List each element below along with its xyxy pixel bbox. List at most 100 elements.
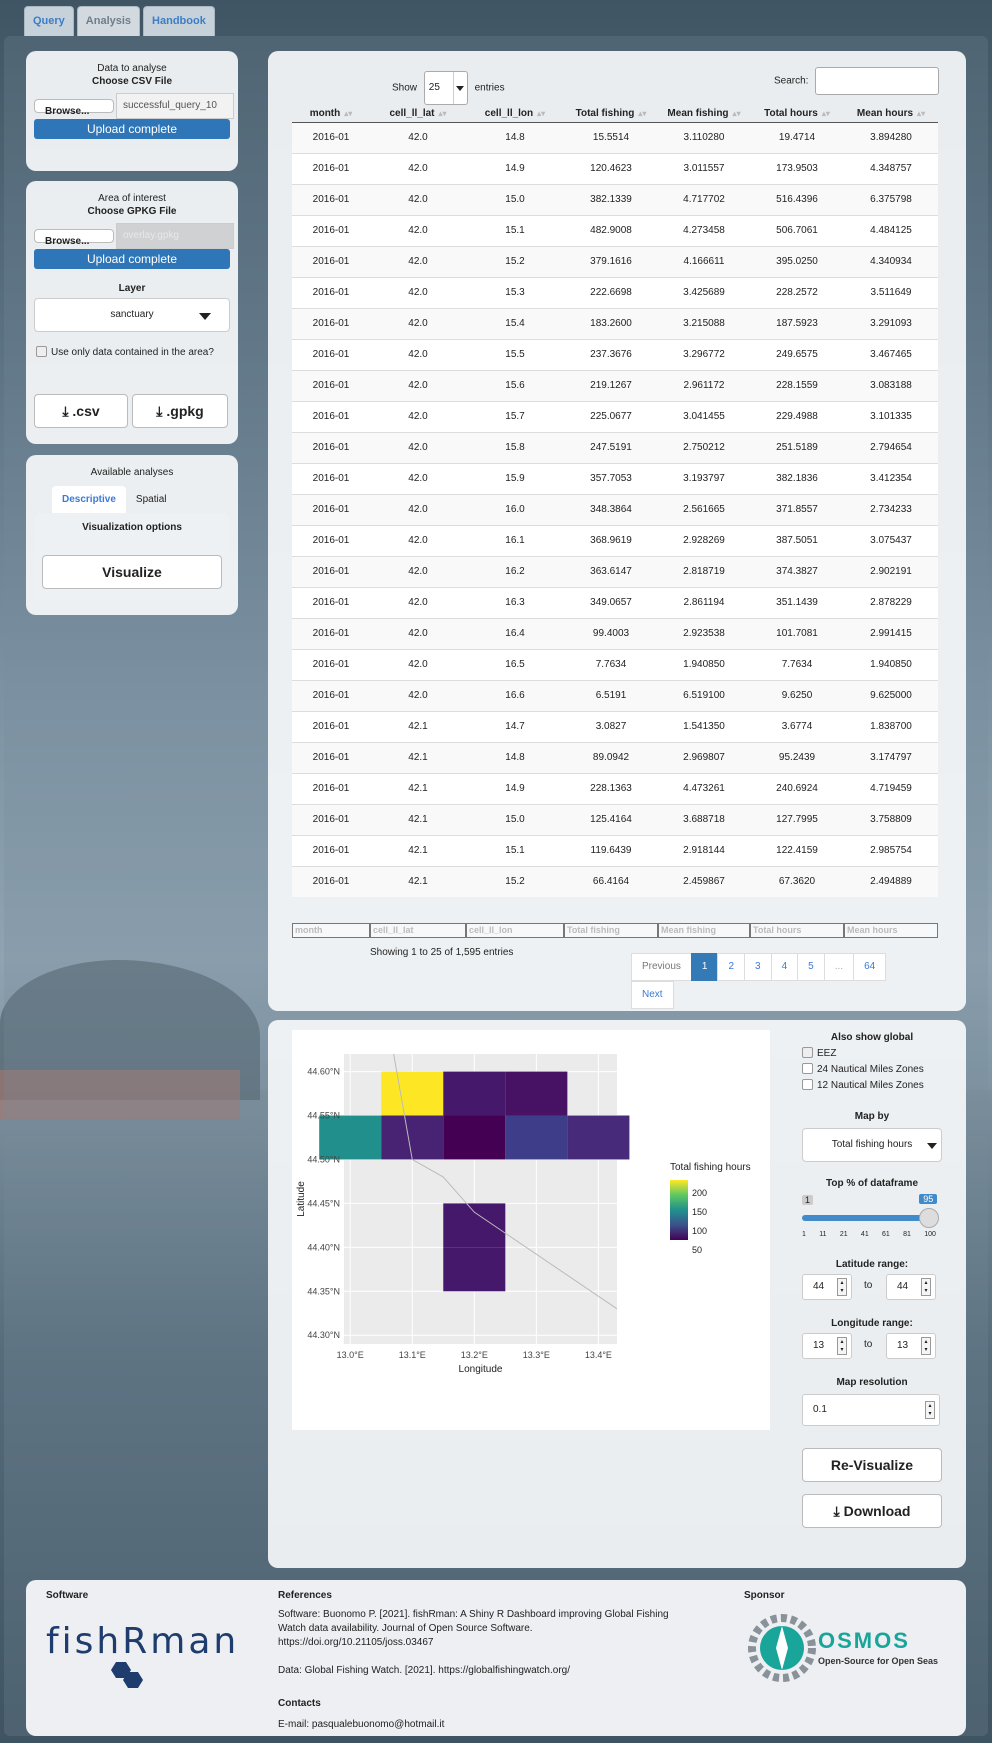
table-cell: 14.9 [466,152,564,184]
table-row[interactable]: 2016-01 42.0 14.9 120.4623 3.011557 173.9503 4… [292,152,938,184]
layer-select[interactable]: sanctuary [34,298,230,332]
lon-to-value: 13 [897,1340,909,1351]
table-row[interactable]: 2016-01 42.0 15.5 237.3676 3.296772 249.6575 3… [292,338,938,370]
csv-browse-button[interactable]: Browse... [34,99,114,117]
table-row[interactable]: 2016-01 42.0 14.8 15.5514 3.110280 19.4714 3.8… [292,121,938,153]
table-cell: 42.1 [370,741,466,773]
table-row[interactable]: 2016-01 42.0 15.9 357.7053 3.193797 382.1836 3… [292,462,938,494]
table-row[interactable]: 2016-01 42.0 15.2 379.1616 4.166611 395.0250 4… [292,245,938,277]
table-row[interactable]: 2016-01 42.0 16.6 6.5191 6.519100 9.6250 9.625… [292,679,938,711]
entries-select[interactable]: 25 [423,71,468,105]
table-row[interactable]: 2016-01 42.0 15.8 247.5191 2.750212 251.5189 2… [292,431,938,463]
lat-from-input[interactable]: 44 ▴ ▾ [802,1274,852,1300]
nm24-row: 24 Nautical Miles Zones [802,1063,942,1075]
lon-from-input[interactable]: 13 ▴ ▾ [802,1333,852,1359]
table-cell: 42.0 [370,617,466,649]
table-cell: 2.928269 [658,524,750,556]
download-csv-button[interactable]: ⤓ .csv [34,394,128,428]
tab-spatial[interactable]: Spatial [126,486,177,513]
slider-handle[interactable] [919,1208,940,1228]
page-2[interactable]: 2 [717,953,746,981]
page-1[interactable]: 1 [690,953,719,981]
table-cell: 2.794654 [844,431,938,463]
filter-total-hours[interactable]: Total hours [750,923,844,938]
next-button[interactable]: Next [631,981,674,1009]
page-64[interactable]: 64 [853,953,887,981]
col-header-lon[interactable]: cell_ll_lon ▴▾ [466,105,564,123]
top-percent-slider[interactable]: 1 95 1 11 21 41 61 81 100 [802,1189,942,1241]
table-cell: 42.0 [370,586,466,618]
spinner-icon[interactable]: ▴ ▾ [925,1401,935,1419]
table-row[interactable]: 2016-01 42.0 15.4 183.2600 3.215088 187.5923 3… [292,307,938,339]
nm12-checkbox[interactable] [802,1079,813,1090]
filter-lon[interactable]: cell_ll_lon [466,923,564,938]
tab-query[interactable]: Query [24,6,74,36]
col-header-total-hours[interactable]: Total hours ▴▾ [750,105,844,123]
table-row[interactable]: 2016-01 42.1 15.1 119.6439 2.918144 122.4159 2… [292,834,938,866]
table-row[interactable]: 2016-01 42.0 15.7 225.0677 3.041455 229.4988 3… [292,400,938,432]
table-row[interactable]: 2016-01 42.0 15.3 222.6698 3.425689 228.2572 3… [292,276,938,308]
table-row[interactable]: 2016-01 42.0 15.6 219.1267 2.961172 228.1559 3… [292,369,938,401]
table-row[interactable]: 2016-01 42.1 14.7 3.0827 1.541350 3.6774 1.838… [292,710,938,742]
table-cell: 16.1 [466,524,564,556]
layer-select-value: sanctuary [110,309,154,320]
filter-mean-hours[interactable]: Mean hours [844,923,938,938]
table-row[interactable]: 2016-01 42.0 16.3 349.0657 2.861194 351.1439 2… [292,586,938,618]
only-area-checkbox[interactable] [36,346,47,357]
map-download-button[interactable]: ⤓ Download [802,1494,942,1528]
filter-mean-fishing[interactable]: Mean fishing [658,923,750,938]
revisualize-button[interactable]: Re-Visualize [802,1448,942,1482]
table-row[interactable]: 2016-01 42.0 15.0 382.1339 4.717702 516.4396 6… [292,183,938,215]
gpkg-browse-button[interactable]: Browse... [34,229,114,247]
col-header-mean-hours[interactable]: Mean hours ▴▾ [844,105,938,123]
tab-handbook[interactable]: Handbook [143,6,215,36]
search-input[interactable] [815,67,940,95]
eez-checkbox[interactable] [802,1047,813,1058]
table-cell: 42.0 [370,431,466,463]
table-cell: 3.041455 [658,400,750,432]
tab-descriptive[interactable]: Descriptive [52,486,126,513]
filter-month[interactable]: month [292,923,370,938]
col-header-month[interactable]: month ▴▾ [292,105,370,123]
table-row[interactable]: 2016-01 42.0 16.5 7.7634 1.940850 7.7634 1.940… [292,648,938,680]
table-row[interactable]: 2016-01 42.1 15.0 125.4164 3.688718 127.7995 3… [292,803,938,835]
tab-analysis[interactable]: Analysis [76,6,141,36]
table-cell: 371.8557 [750,493,844,525]
table-cell: 3.291093 [844,307,938,339]
page-5[interactable]: 5 [797,953,825,981]
previous-button[interactable]: Previous [631,953,692,981]
filter-total-fishing[interactable]: Total fishing [564,923,658,938]
visualize-button[interactable]: Visualize [42,555,222,589]
page-4[interactable]: 4 [770,953,799,981]
contact-email[interactable]: E-mail: pasqualebuonomo@hotmail.it [278,1718,444,1732]
lon-to-input[interactable]: 13 ▴ ▾ [886,1333,936,1359]
spinner-icon[interactable]: ▴ ▾ [921,1278,931,1296]
page-3[interactable]: 3 [744,953,772,981]
filter-lat[interactable]: cell_ll_lat [370,923,466,938]
spinner-icon[interactable]: ▴ ▾ [837,1278,847,1296]
table-cell: 42.0 [370,493,466,525]
table-row[interactable]: 2016-01 42.1 15.2 66.4164 2.459867 67.3620 2.4… [292,865,938,897]
osmos-tagline: Open-Source for Open Seas [818,1656,939,1666]
table-row[interactable]: 2016-01 42.0 16.4 99.4003 2.923538 101.7081 2.… [292,617,938,649]
table-cell: 357.7053 [564,462,658,494]
table-row[interactable]: 2016-01 42.0 15.1 482.9008 4.273458 506.7061 4… [292,214,938,246]
y-tick-label: 44.60°N [307,1067,340,1077]
col-header-total-fishing[interactable]: Total fishing ▴▾ [564,105,658,123]
table-row[interactable]: 2016-01 42.0 16.0 348.3864 2.561665 371.8557 2… [292,493,938,525]
table-cell: 228.2572 [750,276,844,308]
table-row[interactable]: 2016-01 42.0 16.2 363.6147 2.818719 374.3827 2… [292,555,938,587]
spinner-icon[interactable]: ▴ ▾ [921,1337,931,1355]
lat-to-input[interactable]: 44 ▴ ▾ [886,1274,936,1300]
spinner-icon[interactable]: ▴ ▾ [837,1337,847,1355]
col-header-lat[interactable]: cell_ll_lat ▴▾ [370,105,466,123]
table-row[interactable]: 2016-01 42.1 14.9 228.1363 4.473261 240.6924 4… [292,772,938,804]
map-by-select[interactable]: Total fishing hours [802,1128,942,1162]
area-panel-title: Area of interest [98,193,166,204]
table-row[interactable]: 2016-01 42.0 16.1 368.9619 2.928269 387.5051 3… [292,524,938,556]
nm24-checkbox[interactable] [802,1063,813,1074]
download-gpkg-button[interactable]: ⤓ .gpkg [132,394,228,428]
table-row[interactable]: 2016-01 42.1 14.8 89.0942 2.969807 95.2439 3.1… [292,741,938,773]
map-resolution-input[interactable]: 0.1 ▴ ▾ [802,1394,940,1426]
col-header-mean-fishing[interactable]: Mean fishing ▴▾ [658,105,750,123]
